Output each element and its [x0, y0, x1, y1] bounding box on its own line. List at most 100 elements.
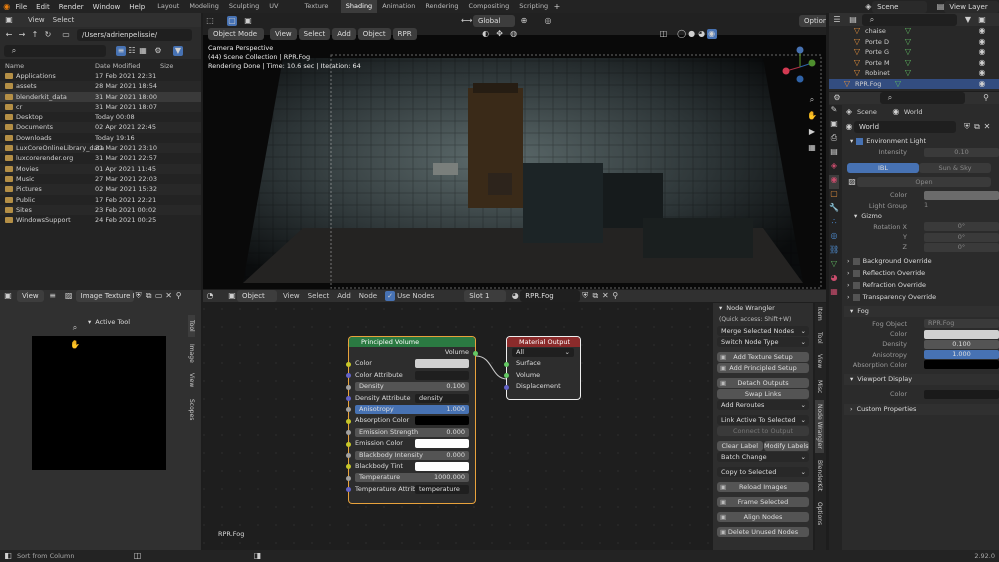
- scene-tab-icon[interactable]: ◈: [829, 161, 839, 175]
- refr-override-row[interactable]: › Refraction Override: [844, 280, 999, 291]
- ie-tab-view[interactable]: View: [188, 369, 195, 391]
- proportional-edit-icon[interactable]: ◎: [543, 16, 553, 26]
- tab-texture-paint[interactable]: Texture Paint: [300, 0, 341, 23]
- constraints-tab-icon[interactable]: ⛓: [829, 245, 839, 259]
- nw-add-principled-button[interactable]: Add Principled Setup ▣: [717, 363, 809, 373]
- principled-volume-node[interactable]: Principled Volume Volume Color Color Att…: [346, 337, 478, 503]
- file-search-input[interactable]: ⌕: [4, 45, 106, 57]
- vp-menu-object[interactable]: Object: [357, 27, 391, 40]
- fog-color-swatch[interactable]: [924, 329, 999, 339]
- tab-layout[interactable]: Layout: [152, 0, 184, 13]
- material-output-node[interactable]: Material Output All ⌄ Surface Volume Disp…: [504, 337, 580, 399]
- bg-override-checkbox[interactable]: [852, 257, 860, 265]
- ie-menu-view[interactable]: View: [17, 290, 44, 302]
- menu-file[interactable]: File: [15, 3, 27, 11]
- pv-anisotropy-field[interactable]: Anisotropy 1.000: [355, 404, 469, 414]
- socket[interactable]: [346, 361, 351, 367]
- menu-edit[interactable]: Edit: [36, 3, 50, 11]
- outliner-filter-icon[interactable]: ▼: [963, 15, 973, 25]
- editor-type-icon[interactable]: ▣: [4, 15, 14, 25]
- view-layer-tab-icon[interactable]: ▤: [829, 147, 839, 161]
- shading-wire-icon[interactable]: ◯: [677, 29, 687, 39]
- socket[interactable]: [346, 464, 351, 470]
- display-columns-icon[interactable]: ☷: [127, 46, 137, 56]
- pv-temp-attr-field[interactable]: temperature: [415, 484, 469, 494]
- list-item[interactable]: Sites 23 Feb 2021 00:02: [0, 204, 201, 216]
- viewport-display-section[interactable]: ▾ Viewport Display: [844, 374, 999, 386]
- fb-menu-select[interactable]: Select: [53, 16, 75, 24]
- nw-swap-links-button[interactable]: Swap Links: [717, 389, 809, 399]
- particles-tab-icon[interactable]: ∴: [829, 217, 839, 231]
- socket[interactable]: [346, 475, 351, 481]
- pv-emission-color-swatch[interactable]: [415, 439, 469, 449]
- tool-tab-icon[interactable]: ✎: [829, 105, 839, 119]
- gizmo-toggle-icon[interactable]: ✥: [495, 29, 505, 39]
- world-name-field[interactable]: World: [854, 120, 956, 133]
- nw-frame-selected-button[interactable]: Frame Selected ▣: [717, 497, 809, 507]
- fb-menu-view[interactable]: View: [28, 16, 45, 24]
- settings-icon[interactable]: ⚙: [153, 46, 163, 56]
- zoom-icon[interactable]: ⌕: [807, 95, 817, 111]
- rotation-x-field[interactable]: 0°: [924, 222, 999, 232]
- pv-blackbody-tint-swatch[interactable]: [415, 461, 469, 471]
- mo-node-header[interactable]: Material Output: [507, 337, 580, 347]
- nw-link-active-dropdown[interactable]: Link Active To Selected ⌄: [717, 415, 809, 425]
- material-copy-icon[interactable]: ⧉: [590, 291, 600, 301]
- visibility-icon[interactable]: ◉: [977, 47, 987, 57]
- socket[interactable]: [346, 487, 351, 493]
- ie-tab-tool[interactable]: Tool: [188, 315, 195, 337]
- sun-sky-button[interactable]: Sun & Sky: [919, 162, 991, 173]
- pv-absorption-swatch[interactable]: [415, 416, 469, 426]
- nw-reload-images-button[interactable]: Reload Images ▣: [717, 482, 809, 492]
- visibility-icon[interactable]: ◐: [481, 29, 491, 39]
- tab-uv-editing[interactable]: UV Editing: [264, 0, 299, 23]
- nw-modify-labels-button[interactable]: Modify Labels: [763, 441, 809, 451]
- outliner-item[interactable]: ▽ Robinet ▽ ◉: [829, 68, 999, 79]
- transform-orientation[interactable]: Global: [473, 14, 515, 27]
- pv-density-field[interactable]: Density 0.100: [355, 382, 469, 392]
- socket[interactable]: [346, 384, 351, 390]
- overlay-toggle-icon[interactable]: ◍: [509, 29, 519, 39]
- select-mode-icon[interactable]: ▣: [243, 16, 253, 26]
- render-engine-menu[interactable]: RPR: [392, 27, 417, 40]
- properties-type-icon[interactable]: ⚙: [832, 93, 842, 103]
- menu-render[interactable]: Render: [59, 3, 84, 11]
- material-fake-user-icon[interactable]: ⛨: [580, 291, 590, 301]
- visibility-icon[interactable]: ◉: [977, 79, 987, 89]
- pv-color-swatch[interactable]: [415, 359, 469, 369]
- new-image-icon[interactable]: ⧉: [144, 291, 154, 301]
- pin-icon[interactable]: ⚲: [174, 291, 184, 301]
- pv-temperature-field[interactable]: Temperature 1000.000: [355, 473, 469, 483]
- socket[interactable]: [346, 407, 351, 413]
- surface-input-socket[interactable]: [504, 361, 509, 367]
- display-thumbs-icon[interactable]: ▦: [138, 46, 148, 56]
- menu-help[interactable]: Help: [129, 3, 145, 11]
- vp-menu-select[interactable]: Select: [298, 27, 331, 40]
- world-tab-icon[interactable]: ◉: [829, 175, 839, 189]
- shader-node-editor[interactable]: ◔ ▣ Object View Select Add Node ✓ Use No…: [203, 290, 826, 550]
- gizmo-subsection[interactable]: ▾ Gizmo: [844, 211, 999, 222]
- texture-tab-icon[interactable]: ▦: [829, 287, 839, 301]
- properties-search-input[interactable]: ⌕: [880, 92, 965, 104]
- intensity-field[interactable]: 0.10: [924, 147, 999, 157]
- outliner-item[interactable]: ▽ Porte M ▽ ◉: [829, 58, 999, 69]
- nw-add-reroutes-dropdown[interactable]: Add Reroutes ⌄: [717, 400, 809, 410]
- socket[interactable]: [346, 396, 351, 402]
- tab-animation[interactable]: Animation: [377, 0, 420, 13]
- nw-switch-type-dropdown[interactable]: Switch Node Type ⌄: [717, 337, 809, 347]
- transform-pivot-icon[interactable]: ⟷: [461, 16, 472, 26]
- hamburger-menu-icon[interactable]: ≡: [48, 291, 58, 301]
- outliner-search-input[interactable]: ⌕: [862, 13, 957, 26]
- shading-material-icon[interactable]: ◕: [697, 29, 707, 39]
- blender-logo-icon[interactable]: ◉: [3, 2, 10, 12]
- visibility-icon[interactable]: ◉: [977, 58, 987, 68]
- use-nodes-checkbox[interactable]: ✓: [385, 291, 396, 301]
- fake-user-icon[interactable]: ⛨: [134, 291, 144, 301]
- image-selector[interactable]: Image Texture Bake...: [75, 290, 134, 302]
- list-item[interactable]: Downloads Today 19:16: [0, 133, 201, 143]
- outliner-item[interactable]: ▽ Porte G ▽ ◉: [829, 47, 999, 58]
- shading-solid-icon[interactable]: ●: [687, 29, 697, 39]
- filter-icon[interactable]: ▼: [173, 46, 183, 56]
- transp-override-checkbox[interactable]: [852, 293, 860, 301]
- socket[interactable]: [346, 453, 351, 459]
